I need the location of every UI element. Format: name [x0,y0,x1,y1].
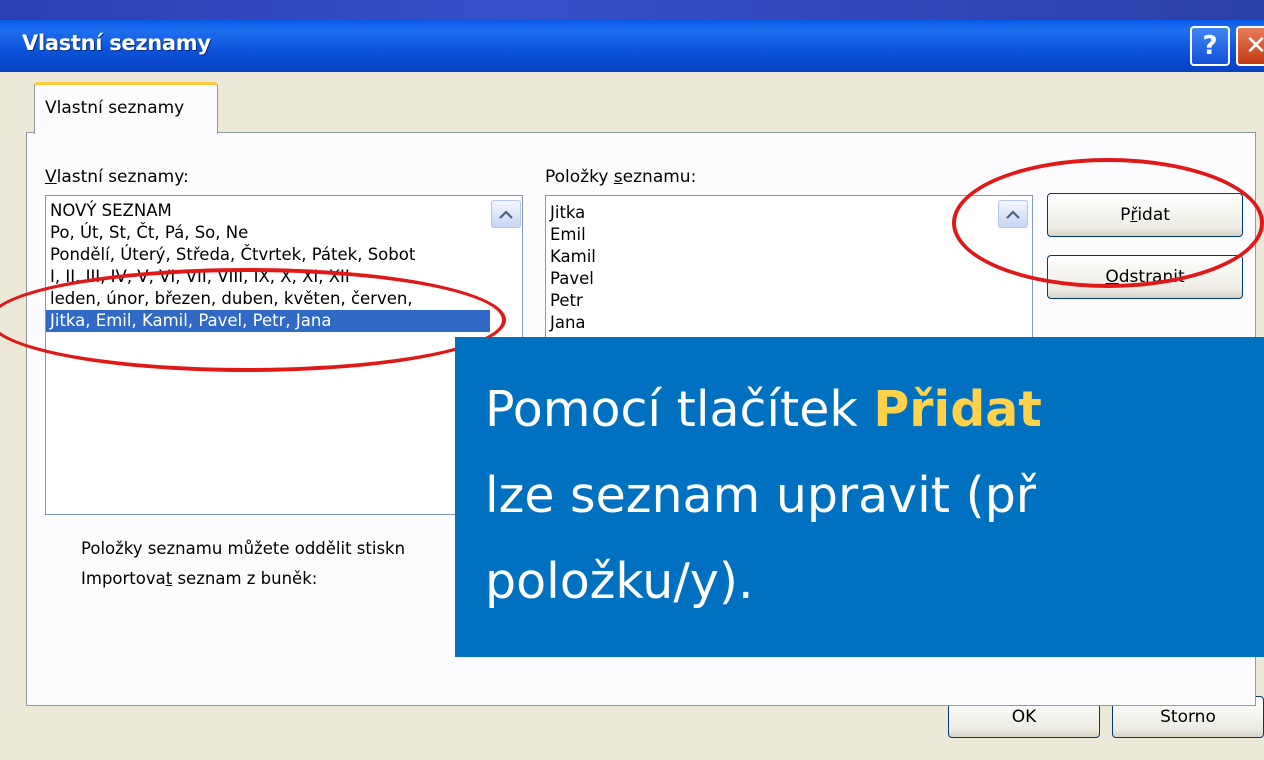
help-button[interactable]: ? [1190,26,1230,66]
callout-highlight: Přidat [873,381,1042,438]
title-bar[interactable]: Vlastní seznamy ? ✕ [0,20,1264,72]
remove-button[interactable]: Odstranit [1047,255,1243,299]
custom-lists-listbox[interactable]: NOVÝ SEZNAM Po, Út, St, Čt, Pá, So, Ne Pon… [45,195,523,515]
scroll-up-button[interactable] [998,200,1028,228]
list-item[interactable]: Jitka, Emil, Kamil, Pavel, Petr, Jana [46,310,490,332]
list-entries-items: Jitka Emil Kamil Pavel Petr Jana [546,202,986,334]
dialog-title: Vlastní seznamy [22,31,211,55]
add-button[interactable]: Př idat [1047,193,1243,237]
list-entries-label: Položky seznamu: [545,167,697,187]
callout-line-1: Pomocí tlačítek Přidat [485,381,1042,438]
tab-custom-lists[interactable]: Vlastní seznamy [34,82,218,134]
scroll-up-button[interactable] [491,200,521,228]
list-item[interactable]: leden, únor, březen, duben, květen, červ… [46,288,490,310]
separator-hint: Položky seznamu můžete oddělit stiskn [81,539,406,558]
list-entry: Emil [550,225,586,244]
list-entry: Pavel [550,269,594,288]
list-item[interactable]: Po, Út, St, Čt, Pá, So, Ne [46,222,490,244]
tab-label: Vlastní seznamy [45,98,185,118]
chevron-up-icon [1006,209,1020,219]
custom-lists-label: Vlastní seznamy: [45,167,189,187]
list-entry: Kamil [550,247,596,266]
list-item[interactable]: Pondělí, Úterý, Středa, Čtvrtek, Pátek, … [46,244,490,266]
instruction-callout: Pomocí tlačítek Přidat lze seznam upravi… [455,337,1264,657]
callout-line-2: lze seznam upravit (př [485,467,1036,524]
list-entry: Petr [550,291,583,310]
close-icon: ✕ [1245,31,1264,61]
custom-lists-items: NOVÝ SEZNAM Po, Út, St, Čt, Pá, So, Ne Pon… [46,200,490,332]
close-button[interactable]: ✕ [1236,26,1264,66]
list-entry: Jana [550,313,586,332]
list-item[interactable]: NOVÝ SEZNAM [46,200,490,222]
chevron-up-icon [499,209,513,219]
list-item[interactable]: I, II, III, IV, V, VI, VII, VIII, IX, X,… [46,266,490,288]
callout-text: Pomocí tlačítek Přidat lze seznam upravi… [485,367,1264,625]
import-label: Importovat seznam z buněk: [81,569,318,588]
question-icon: ? [1202,31,1218,61]
callout-line-3: položku/y). [485,553,754,610]
list-entry: Jitka [550,203,586,222]
